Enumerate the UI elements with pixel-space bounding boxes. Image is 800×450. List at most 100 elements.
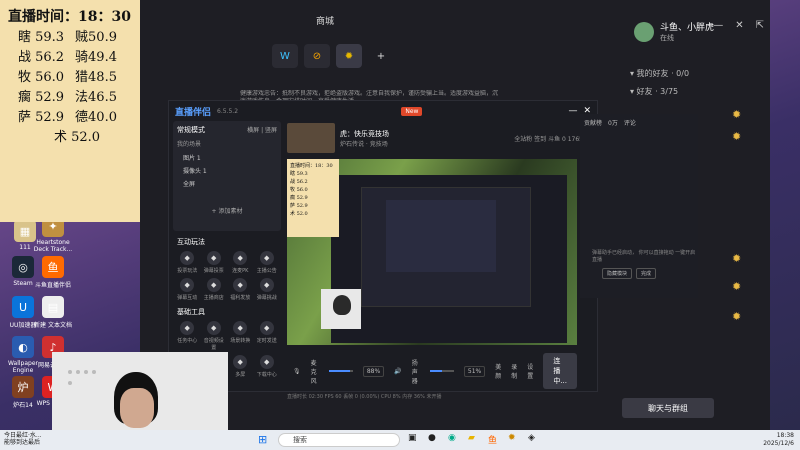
scene-label: 我的场景 <box>177 141 202 148</box>
stream-time: 直播时间：18：30 <box>8 9 131 25</box>
stat-row: 萨 52.9 德40.0 <box>18 110 117 125</box>
friends-group-b[interactable]: ▾ 好友 · 3/75 <box>620 86 770 104</box>
tool-item[interactable]: ◆ 弹幕投票 <box>202 251 227 274</box>
taskbar-apps: ▣ ● ◉ ▰ 鱼 ✹ ◈ <box>408 433 540 446</box>
scene-item[interactable]: 图片 1 <box>183 153 277 162</box>
done-button[interactable]: 完成 <box>636 268 657 279</box>
tool-item[interactable]: ◆ 音视频设置 <box>202 321 227 351</box>
tool-icon: ◆ <box>233 321 248 335</box>
edge-icon[interactable]: ◉ <box>448 433 460 445</box>
minimize-icon[interactable]: — <box>713 20 723 31</box>
tool-icon: ◆ <box>259 321 274 335</box>
stream-preview[interactable]: 直播时间：18：30 瞎 59.3 战 56.2 牧 56.0 瘸 52.9 萨… <box>287 159 577 345</box>
mic-percent: 88% <box>362 365 385 377</box>
friends-group-a[interactable]: ▾ 我的好友 · 0/0 <box>620 68 770 86</box>
tool-item[interactable]: ◆ 下载中心 <box>255 355 280 385</box>
tool-item[interactable]: ◆ 任务中心 <box>175 321 200 351</box>
winrate-overlay: 直播时间：18：30 瞎 59.3 贼50.9 战 56.2 骑49.4 牧 56.… <box>0 0 140 222</box>
hide-module-button[interactable]: 隐藏模块 <box>602 268 633 279</box>
scene-panel: 常规模式 横屏 | 竖屏 我的场景 图片 1 摄像头 1 全屏 + 添加素材 <box>173 121 281 231</box>
windows-start-icon[interactable]: ⊞ <box>258 433 272 447</box>
room-category[interactable]: 炉石传说 · 竞技场 <box>340 139 389 148</box>
hs-badge-icon[interactable]: ✹ <box>732 108 746 122</box>
orientation-toggle[interactable]: 横屏 | 竖屏 <box>247 125 277 135</box>
desktop-shortcut[interactable]: 鱼斗鱼直播伴侣 <box>32 256 74 289</box>
live-tip: 弹幕助手已经启动， 你可以直接拖动 一键开启 直播 <box>592 250 696 263</box>
friends-panel: ▾ 我的好友 · 0/0 ▾ 好友 · 3/75 <box>620 68 770 104</box>
streamer-face <box>120 388 154 428</box>
system-tray[interactable]: 18:38 2025/12/6 <box>763 432 794 448</box>
app-icon[interactable]: ● <box>428 433 440 445</box>
taskbar-search[interactable]: 搜索 <box>278 433 400 447</box>
audio-controls: 🎙 麦克风 88% 🔊 扬声器 51% 美颜 录制 设置 连播中... <box>287 353 583 389</box>
hs-badge-icon[interactable]: ✹ <box>732 130 746 144</box>
clock-date: 2025/12/6 <box>763 440 794 447</box>
tool-item[interactable]: ◆ 福利发放 <box>228 278 253 301</box>
mode-select[interactable]: 常规模式 <box>177 125 205 135</box>
tool-item[interactable]: ◆ 定时发送 <box>255 321 280 351</box>
exit-icon[interactable]: ⇱ <box>756 20 764 31</box>
tab-count[interactable]: 0万 <box>608 118 618 127</box>
tool-item[interactable]: ◆ 主播商店 <box>202 278 227 301</box>
tool-item[interactable]: ◆ 主播公告 <box>255 251 280 274</box>
tool-item[interactable]: ◆ 弹幕挑战 <box>255 278 280 301</box>
tab-hearthstone[interactable]: ✹ <box>336 44 362 68</box>
room-title[interactable]: 虎：快乐竞技场 <box>340 129 389 139</box>
avatar[interactable] <box>633 21 654 42</box>
speaker-slider[interactable] <box>430 370 454 372</box>
tab-overwatch[interactable]: ⊘ <box>304 44 330 68</box>
preview-stats-row: 牧 56.0 <box>290 187 308 193</box>
interact-grid: ◆ 投票玩法 ◆ 弹幕投票 ◆ 连麦PK ◆ 主播公告 ◆ 弹幕互动 ◆ 主播商店 ◆ 福利发放 ◆ 弹幕挑战 <box>173 251 281 301</box>
tool-icon: ◆ <box>206 251 221 265</box>
tool-item[interactable]: ◆ 多屏 <box>228 355 253 385</box>
hearthstone-icon[interactable]: ✹ <box>508 433 520 445</box>
scene-item[interactable]: 摄像头 1 <box>183 166 277 175</box>
preview-stats-overlay: 直播时间：18：30 瞎 59.3 战 56.2 牧 56.0 瘸 52.9 萨… <box>287 159 339 237</box>
tool-icon: ◆ <box>206 321 221 335</box>
desktop-shortcut[interactable]: ▤ 新建 文本文档 <box>32 296 74 329</box>
scene-item[interactable]: 全屏 <box>183 179 277 188</box>
beauty-button[interactable]: 美颜 <box>495 362 501 380</box>
news-widget[interactable]: 今日最红·水... 能够到达最后 <box>4 432 64 448</box>
hs-badge-icon[interactable]: ✹ <box>732 252 746 266</box>
record-button[interactable]: 录制 <box>511 362 517 380</box>
tab-comments[interactable]: 评论 <box>624 118 636 127</box>
chat-groups-button[interactable]: 聊天与群组 <box>622 398 714 418</box>
app-icon[interactable]: ◈ <box>528 433 540 445</box>
preview-stats-row: 萨 52.9 <box>290 203 308 209</box>
close-icon[interactable]: ✕ <box>735 20 743 31</box>
uu-icon: U <box>12 296 34 318</box>
tool-item[interactable]: ◆ 弹幕互动 <box>175 278 200 301</box>
add-tab-button[interactable]: + <box>368 44 394 68</box>
text-file-icon: ▤ <box>42 296 64 318</box>
taskbar: 今日最红·水... 能够到达最后 ⊞ 搜索 ▣ ● ◉ ▰ 鱼 ✹ ◈ 18:3… <box>0 430 800 450</box>
settings-button[interactable]: 设置 <box>527 362 533 380</box>
task-view-icon[interactable]: ▣ <box>408 433 420 445</box>
wallpaper-icon: ◐ <box>12 336 34 358</box>
tab-contribution[interactable]: 贡献榜 <box>584 118 602 127</box>
room-thumbnail[interactable] <box>287 123 335 153</box>
minimize-icon[interactable]: — <box>568 106 577 116</box>
news-line-1: 今日最红·水... <box>4 432 42 439</box>
folder-icon[interactable]: ▰ <box>468 433 480 445</box>
douyu-icon[interactable]: 鱼 <box>488 433 500 446</box>
speaker-icon[interactable]: 🔊 <box>394 368 401 375</box>
tab-wow[interactable]: W <box>272 44 298 68</box>
stat-row: 牧 56.0 猎48.5 <box>18 70 117 85</box>
tool-item[interactable]: ◆ 连麦PK <box>228 251 253 274</box>
mic-slider[interactable] <box>329 370 353 372</box>
hs-badge-icon[interactable]: ✹ <box>732 310 746 324</box>
hs-badge-icon[interactable]: ✹ <box>732 280 746 294</box>
mic-label: 麦克风 <box>310 359 317 385</box>
add-source-button[interactable]: + 添加素材 <box>177 206 277 215</box>
user-status: 在线 <box>659 34 674 42</box>
mic-icon[interactable]: 🎙 <box>293 368 301 375</box>
tool-item[interactable]: ◆ 场景转换 <box>228 321 253 351</box>
stat-row-last: 术 52.0 <box>54 130 101 145</box>
news-line-2: 能够到达最后 <box>4 439 41 446</box>
menu-shop[interactable]: 商城 <box>316 14 334 27</box>
tool-item[interactable]: ◆ 投票玩法 <box>175 251 200 274</box>
user-profile[interactable]: 斗鱼、小胖虎 在线 <box>633 20 714 43</box>
stat-row: 瞎 59.3 贼50.9 <box>18 30 117 45</box>
go-live-button[interactable]: 连播中... <box>543 353 577 389</box>
